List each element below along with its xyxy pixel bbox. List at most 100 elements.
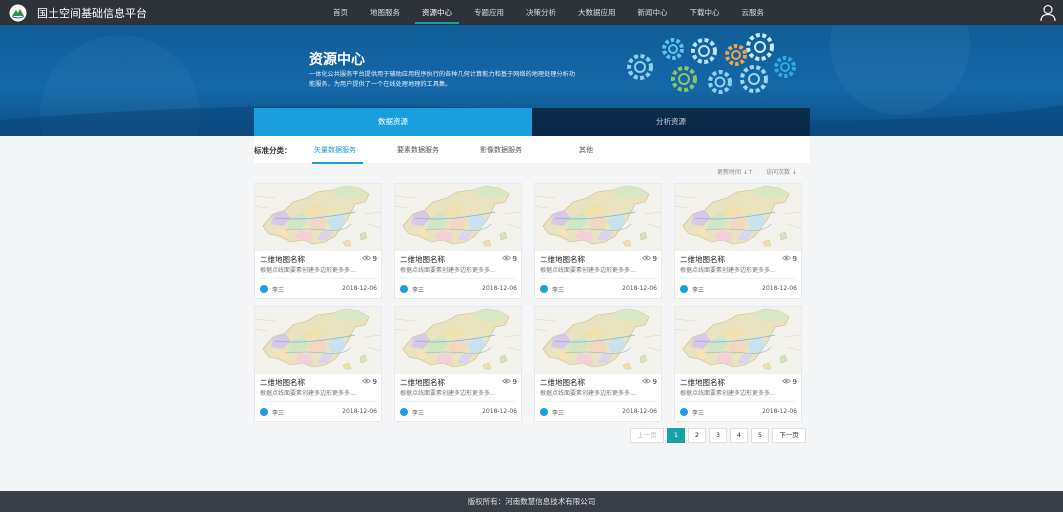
view-count-value: 9 [372, 255, 377, 263]
resource-card[interactable]: 二维地图名称 9 根据点线面要素创建多边形更多多... 李三 2018-12-0… [534, 183, 662, 299]
user-avatar-icon [400, 285, 408, 293]
nav-item-4[interactable]: 决策分析 [515, 0, 567, 25]
china-map-thumbnail[interactable] [255, 184, 381, 251]
prev-page-button[interactable]: 上一页 [630, 428, 664, 443]
user-avatar-icon [680, 408, 688, 416]
banner-description: 一体化公共服务平台提供用于辅助应用程序执行的各种几何计算能力和基于网络的地理处理… [309, 71, 576, 88]
card-title[interactable]: 二维地图名称 [680, 254, 725, 265]
tab-analysis-resources[interactable]: 分析资源 [532, 108, 810, 136]
resource-card[interactable]: 二维地图名称 9 根据点线面要素创建多边形更多多... 李三 2018-12-0… [254, 183, 382, 299]
china-map-thumbnail[interactable] [535, 184, 661, 251]
main-nav: 首页 地图服务 资源中心 专题应用 决策分析 大数据应用 新闻中心 下载中心 云服务 [322, 0, 775, 25]
view-count: 9 [641, 378, 657, 386]
card-title[interactable]: 二维地图名称 [260, 377, 305, 388]
nav-item-0[interactable]: 首页 [322, 0, 359, 25]
resource-card[interactable]: 二维地图名称 9 根据点线面要素创建多边形更多多... 李三 2018-12-0… [674, 306, 802, 422]
card-title[interactable]: 二维地图名称 [540, 254, 585, 265]
banner-title: 资源中心 [309, 52, 365, 68]
page-4-button[interactable]: 4 [730, 428, 748, 443]
page-2-button[interactable]: 2 [688, 428, 706, 443]
page-5-button[interactable]: 5 [751, 428, 769, 443]
resource-card[interactable]: 二维地图名称 9 根据点线面要素创建多边形更多多... 李三 2018-12-0… [254, 306, 382, 422]
resource-tabs: 数据资源 分析资源 [254, 108, 810, 136]
eye-icon [501, 378, 511, 386]
resource-card[interactable]: 二维地图名称 9 根据点线面要素创建多边形更多多... 李三 2018-12-0… [534, 306, 662, 422]
tab-data-resources[interactable]: 数据资源 [254, 108, 532, 136]
gears-illustration [627, 33, 796, 94]
active-tab-underline [312, 162, 363, 164]
card-description: 根据点线面要素创建多边形更多多... [680, 267, 776, 274]
platform-logo-icon[interactable] [9, 4, 27, 22]
resource-card[interactable]: 二维地图名称 9 根据点线面要素创建多边形更多多... 李三 2018-12-0… [674, 183, 802, 299]
card-description: 根据点线面要素创建多边形更多多... [260, 390, 356, 397]
card-divider [260, 278, 376, 279]
view-count-value: 9 [372, 378, 377, 386]
view-count: 9 [361, 378, 377, 386]
nav-item-7[interactable]: 下载中心 [679, 0, 731, 25]
page-3-button[interactable]: 3 [709, 428, 727, 443]
user-avatar-icon [260, 285, 268, 293]
next-page-button[interactable]: 下一页 [772, 428, 806, 443]
eye-icon [501, 255, 511, 263]
filter-tab-other[interactable]: 其他 [579, 145, 593, 155]
card-description: 根据点线面要素创建多边形更多多... [400, 267, 496, 274]
eye-icon [641, 255, 651, 263]
card-title[interactable]: 二维地图名称 [260, 254, 305, 265]
china-map-thumbnail[interactable] [395, 184, 521, 251]
view-count: 9 [501, 378, 517, 386]
resource-card[interactable]: 二维地图名称 9 根据点线面要素创建多边形更多多... 李三 2018-12-0… [394, 183, 522, 299]
user-avatar-icon [680, 285, 688, 293]
china-map-thumbnail[interactable] [395, 307, 521, 374]
china-map-thumbnail[interactable] [675, 307, 801, 374]
card-date: 2018-12-06 [762, 285, 797, 292]
card-date: 2018-12-06 [342, 408, 377, 415]
view-count: 9 [781, 255, 797, 263]
card-date: 2018-12-06 [482, 285, 517, 292]
user-avatar-icon [540, 285, 548, 293]
hero-banner: 资源中心 一体化公共服务平台提供用于辅助应用程序执行的各种几何计算能力和基于网络… [0, 25, 1063, 136]
filter-tab-feature[interactable]: 要素数据服务 [397, 145, 439, 155]
filter-tab-vector[interactable]: 矢量数据服务 [314, 145, 356, 155]
view-count: 9 [501, 255, 517, 263]
nav-item-1[interactable]: 地图服务 [359, 0, 411, 25]
eye-icon [781, 255, 791, 263]
card-description: 根据点线面要素创建多边形更多多... [260, 267, 356, 274]
view-count-value: 9 [512, 255, 517, 263]
user-avatar-icon [260, 408, 268, 416]
eye-icon [641, 378, 651, 386]
eye-icon [361, 378, 371, 386]
platform-title[interactable]: 国土空间基础信息平台 [37, 5, 147, 21]
eye-icon [781, 378, 791, 386]
china-map-thumbnail[interactable] [255, 307, 381, 374]
china-map-thumbnail[interactable] [535, 307, 661, 374]
card-date: 2018-12-06 [342, 285, 377, 292]
view-count-value: 9 [652, 255, 657, 263]
page-1-button[interactable]: 1 [667, 428, 685, 443]
resource-card[interactable]: 二维地图名称 9 根据点线面要素创建多边形更多多... 李三 2018-12-0… [394, 306, 522, 422]
view-count: 9 [361, 255, 377, 263]
sort-by-update-time[interactable]: 更新时间 ↓↑ [717, 167, 753, 176]
eye-icon [361, 255, 371, 263]
nav-item-5[interactable]: 大数据应用 [567, 0, 627, 25]
card-divider [680, 401, 796, 402]
nav-item-8[interactable]: 云服务 [731, 0, 776, 25]
user-icon[interactable] [1040, 4, 1056, 22]
card-author: 李三 [412, 287, 425, 294]
view-count: 9 [641, 255, 657, 263]
nav-item-6[interactable]: 新闻中心 [627, 0, 679, 25]
card-description: 根据点线面要素创建多边形更多多... [540, 390, 636, 397]
nav-item-3[interactable]: 专题应用 [463, 0, 515, 25]
china-map-thumbnail[interactable] [675, 184, 801, 251]
card-divider [260, 401, 376, 402]
filter-tab-imagery[interactable]: 影像数据服务 [480, 145, 522, 155]
card-description: 根据点线面要素创建多边形更多多... [400, 390, 496, 397]
card-title[interactable]: 二维地图名称 [680, 377, 725, 388]
card-title[interactable]: 二维地图名称 [400, 254, 445, 265]
filter-label: 标准分类： [254, 146, 292, 155]
card-title[interactable]: 二维地图名称 [540, 377, 585, 388]
nav-item-2[interactable]: 资源中心 [411, 0, 463, 25]
sort-by-visits[interactable]: 访问次数 ↓ [766, 167, 797, 176]
card-title[interactable]: 二维地图名称 [400, 377, 445, 388]
card-divider [540, 401, 656, 402]
card-author: 李三 [272, 410, 285, 417]
